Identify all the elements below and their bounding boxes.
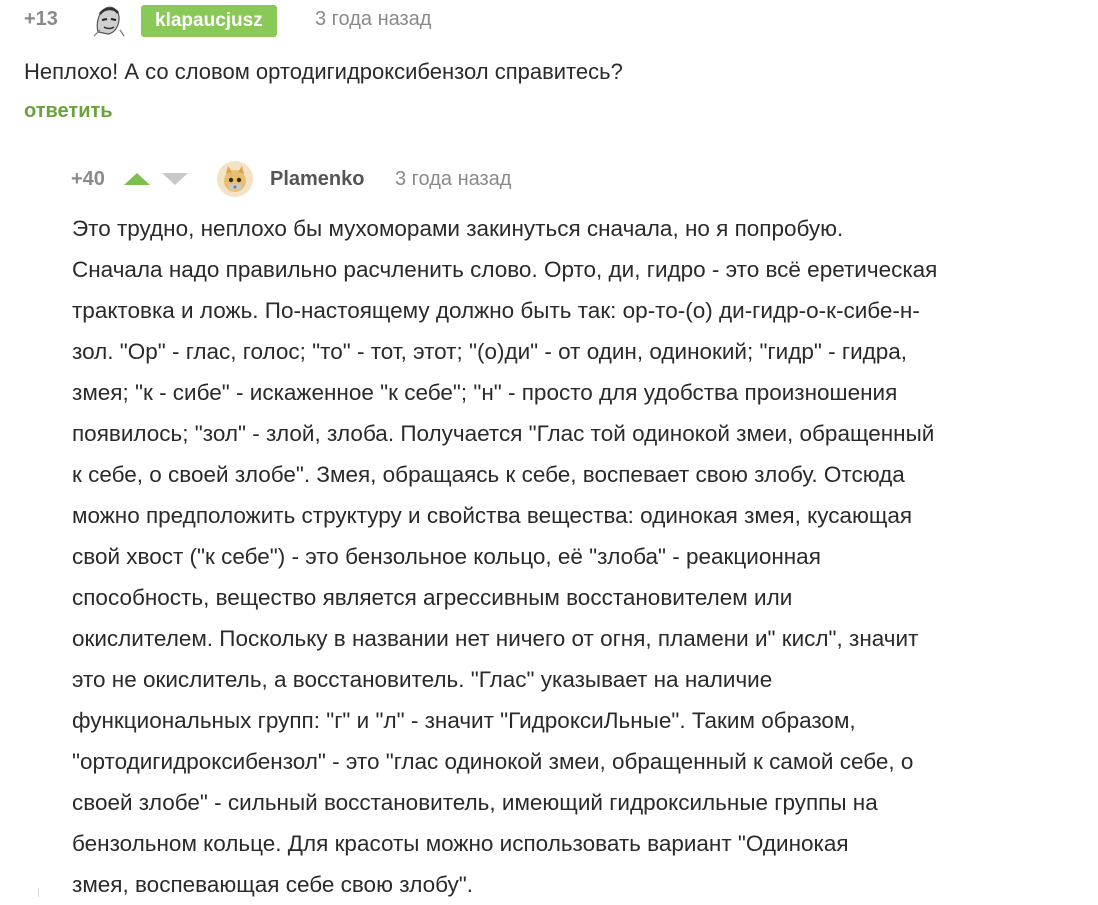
text-line: "ортодигидроксибензол" - это "глас одино… [72, 749, 914, 774]
text-line: змея; "к - сибе" - искаженное "к себе"; … [72, 380, 898, 405]
comment-time: 3 года назад [315, 8, 432, 30]
vote-up-button[interactable] [122, 170, 152, 188]
comment-rating: +40 [71, 168, 105, 190]
text-line: бензольном кольце. Для красоты можно исп… [72, 831, 849, 856]
comment-text: Неплохо! А со словом ортодигидроксибензо… [24, 59, 623, 84]
comment-time: 3 года назад [395, 168, 512, 190]
text-line: к себе, о своей злобе". Змея, обращаясь … [72, 462, 905, 487]
comment-rating: +13 [24, 8, 58, 30]
thread-line [38, 888, 39, 897]
text-line: Сначала надо правильно расчленить слово.… [72, 257, 938, 282]
text-line: окислителем. Поскольку в названии нет ни… [72, 626, 919, 651]
text-line: функциональных групп: "г" и "л" - значит… [72, 708, 856, 733]
text-line: можно предположить структуру и свойства … [72, 503, 913, 528]
vote-down-button[interactable] [160, 170, 190, 188]
text-line: способность, вещество является агрессивн… [72, 585, 793, 610]
avatar-sketch-icon [90, 2, 126, 38]
comment-header: +13 klapaucjusz 3 года назад [0, 0, 1098, 40]
text-line: змея, воспевающая себе свою злобу". [72, 872, 474, 897]
text-line: Это трудно, неплохо бы мухоморами закину… [72, 216, 844, 241]
text-line: свой хвост ("к себе") - это бензольное к… [72, 544, 821, 569]
text-line: зол. "Ор" - глас, голос; "то" - тот, это… [72, 339, 908, 364]
text-line: трактовка и ложь. По-настоящему должно б… [72, 298, 920, 323]
avatar-cat-icon [217, 161, 253, 197]
text-line: появилось; "зол" - злой, злоба. Получает… [72, 421, 935, 446]
text-line: это не окислитель, а восстановитель. "Гл… [72, 667, 773, 692]
triangle-up-icon [124, 173, 150, 185]
avatar[interactable] [216, 160, 254, 198]
text-line: своей злобе" - сильный восстановитель, и… [72, 790, 878, 815]
avatar[interactable] [90, 2, 126, 38]
author-badge[interactable]: klapaucjusz [141, 5, 277, 37]
reply-button[interactable]: ответить [24, 100, 113, 123]
triangle-down-icon [162, 173, 188, 185]
comment-text: Это трудно, неплохо бы мухоморами закину… [72, 208, 1092, 905]
comment-author[interactable]: Plamenko [270, 168, 364, 191]
